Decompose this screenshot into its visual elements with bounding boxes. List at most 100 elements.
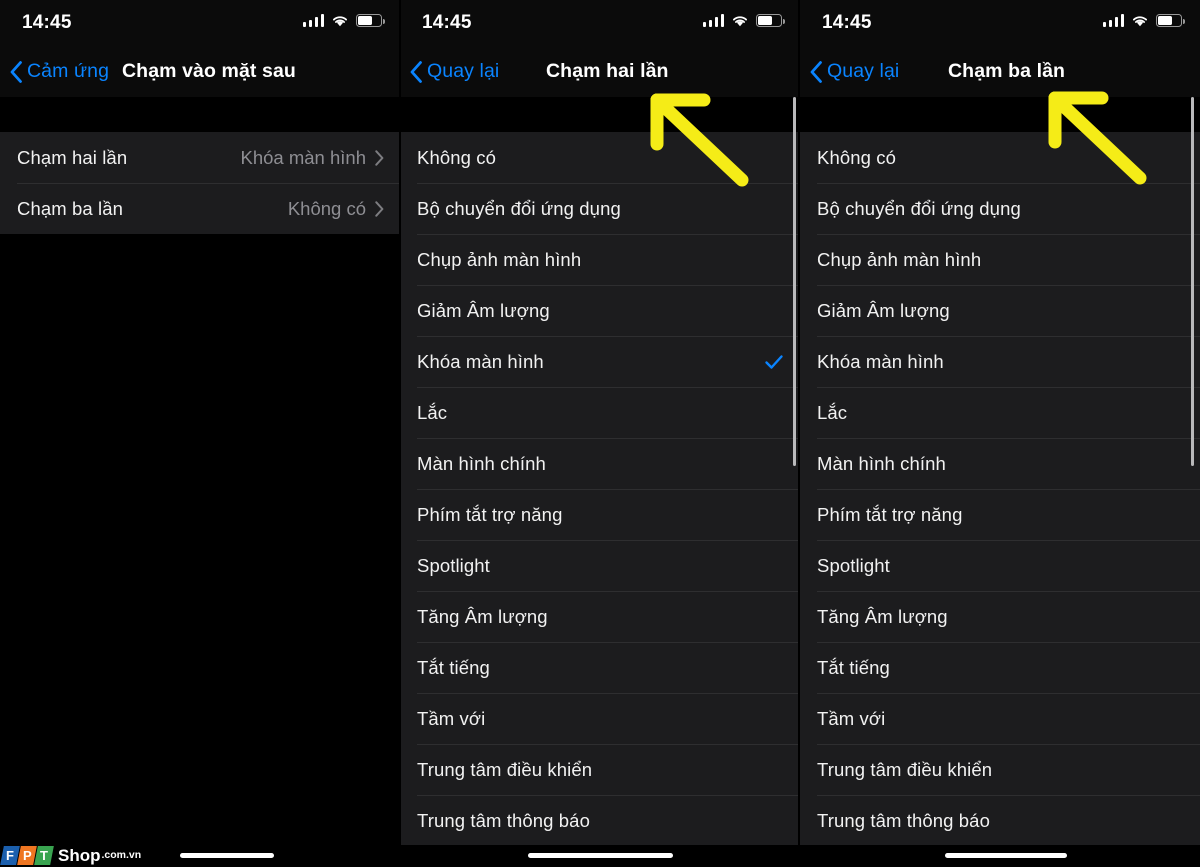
row-label: Chạm hai lần — [17, 146, 128, 168]
table-row[interactable]: Chụp ảnh màn hình — [800, 234, 1200, 285]
panel-divider — [798, 0, 800, 867]
fpt-logo-icon: F P T — [0, 845, 54, 865]
row-label: Không có — [817, 146, 896, 168]
table-row[interactable]: Chạm hai lần Khóa màn hình — [0, 132, 400, 183]
table-row[interactable]: Trung tâm thông báo — [800, 795, 1200, 846]
table-row[interactable]: Màn hình chính — [400, 438, 800, 489]
status-indicators — [1102, 14, 1185, 27]
settings-list: Chạm hai lần Khóa màn hình Chạm ba lần K… — [0, 132, 400, 234]
home-indicator[interactable] — [945, 853, 1067, 858]
table-row[interactable]: Phím tắt trợ năng — [800, 489, 1200, 540]
table-row[interactable]: Spotlight — [400, 540, 800, 591]
row-label: Lắc — [417, 401, 448, 423]
row-label: Trung tâm thông báo — [817, 809, 990, 831]
row-label: Phím tắt trợ năng — [417, 503, 563, 525]
row-label: Bộ chuyển đổi ứng dụng — [817, 197, 1021, 219]
screenshot-stage: 14:45 Cảm ứng Chạm vào mặt sau Chạm hai … — [0, 0, 1200, 867]
status-indicators — [702, 14, 785, 27]
row-label: Màn hình chính — [417, 452, 546, 474]
cellular-signal-icon — [302, 14, 324, 27]
row-accessory — [764, 352, 784, 372]
status-bar: 14:45 — [800, 0, 1200, 46]
table-row[interactable]: Tầm với — [400, 693, 800, 744]
row-label: Tăng Âm lượng — [817, 605, 948, 627]
back-button-label: Quay lại — [427, 60, 500, 82]
back-button[interactable]: Quay lại — [410, 46, 499, 97]
navigation-bar: Quay lại Chạm ba lần — [800, 46, 1200, 97]
back-button-label: Cảm ứng — [27, 60, 110, 82]
chevron-left-icon — [410, 60, 422, 83]
table-row[interactable]: Phím tắt trợ năng — [400, 489, 800, 540]
action-options-list: Không có Bộ chuyển đổi ứng dụng Chụp ảnh m… — [400, 132, 800, 846]
table-row[interactable]: Trung tâm điều khiển — [800, 744, 1200, 795]
table-row[interactable]: Lắc — [400, 387, 800, 438]
table-row[interactable]: Giảm Âm lượng — [400, 285, 800, 336]
cellular-signal-icon — [1102, 14, 1124, 27]
row-label: Giảm Âm lượng — [817, 299, 950, 321]
table-row[interactable]: Lắc — [800, 387, 1200, 438]
table-row[interactable]: Không có — [800, 132, 1200, 183]
table-row[interactable]: Tăng Âm lượng — [800, 591, 1200, 642]
table-row[interactable]: Màn hình chính — [800, 438, 1200, 489]
back-button-label: Quay lại — [827, 60, 900, 82]
row-label: Trung tâm thông báo — [417, 809, 590, 831]
chevron-right-icon — [375, 200, 384, 217]
section-gap — [800, 97, 1200, 132]
row-label: Trung tâm điều khiển — [817, 758, 993, 780]
row-label: Giảm Âm lượng — [417, 299, 550, 321]
row-label: Tắt tiếng — [417, 656, 490, 678]
row-label: Tầm với — [417, 707, 486, 729]
row-value: Không có — [287, 197, 366, 219]
row-label: Không có — [417, 146, 496, 168]
row-label: Lắc — [817, 401, 848, 423]
table-row[interactable]: Spotlight — [800, 540, 1200, 591]
battery-icon — [756, 14, 785, 27]
back-button[interactable]: Quay lại — [810, 46, 899, 97]
table-row[interactable]: Khóa màn hình — [400, 336, 800, 387]
panel-double-tap-actions: 14:45 Quay lại Chạm hai lần Không có Bộ … — [400, 0, 800, 867]
watermark-name: Shop — [58, 845, 101, 865]
section-gap — [400, 97, 800, 132]
checkmark-icon — [765, 354, 783, 369]
table-row[interactable]: Chụp ảnh màn hình — [400, 234, 800, 285]
scrollbar[interactable] — [1191, 97, 1194, 466]
row-label: Bộ chuyển đổi ứng dụng — [417, 197, 621, 219]
table-row[interactable]: Trung tâm thông báo — [400, 795, 800, 846]
table-row[interactable]: Chạm ba lần Không có — [0, 183, 400, 234]
chevron-left-icon — [810, 60, 822, 83]
chevron-left-icon — [10, 60, 22, 83]
table-row[interactable]: Tăng Âm lượng — [400, 591, 800, 642]
row-label: Chụp ảnh màn hình — [417, 248, 582, 270]
panel-triple-tap-actions: 14:45 Quay lại Chạm ba lần Không có Bộ c… — [800, 0, 1200, 867]
status-bar: 14:45 — [0, 0, 400, 46]
action-options-list: Không có Bộ chuyển đổi ứng dụng Chụp ảnh m… — [800, 132, 1200, 846]
home-indicator[interactable] — [180, 853, 274, 858]
table-row[interactable]: Giảm Âm lượng — [800, 285, 1200, 336]
table-row[interactable]: Bộ chuyển đổi ứng dụng — [400, 183, 800, 234]
row-label: Tắt tiếng — [817, 656, 890, 678]
scrollbar[interactable] — [793, 97, 796, 466]
row-label: Trung tâm điều khiển — [417, 758, 593, 780]
chevron-right-icon — [375, 149, 384, 166]
bottom-bar: F P T Shop .com.vn — [0, 845, 1200, 867]
battery-icon — [356, 14, 385, 27]
row-label: Khóa màn hình — [817, 350, 944, 372]
back-button[interactable]: Cảm ứng — [10, 46, 109, 97]
panel-divider — [399, 0, 401, 867]
row-label: Spotlight — [817, 554, 890, 576]
wifi-icon — [333, 16, 347, 27]
home-indicator[interactable] — [528, 853, 673, 858]
table-row[interactable]: Khóa màn hình — [800, 336, 1200, 387]
status-indicators — [302, 14, 385, 27]
table-row[interactable]: Không có — [400, 132, 800, 183]
table-row[interactable]: Tầm với — [800, 693, 1200, 744]
section-gap — [0, 97, 400, 132]
wifi-icon — [733, 16, 747, 27]
table-row[interactable]: Tắt tiếng — [800, 642, 1200, 693]
table-row[interactable]: Bộ chuyển đổi ứng dụng — [800, 183, 1200, 234]
cellular-signal-icon — [702, 14, 724, 27]
row-label: Khóa màn hình — [417, 350, 544, 372]
table-row[interactable]: Trung tâm điều khiển — [400, 744, 800, 795]
fpt-letter-t: T — [34, 845, 54, 865]
table-row[interactable]: Tắt tiếng — [400, 642, 800, 693]
